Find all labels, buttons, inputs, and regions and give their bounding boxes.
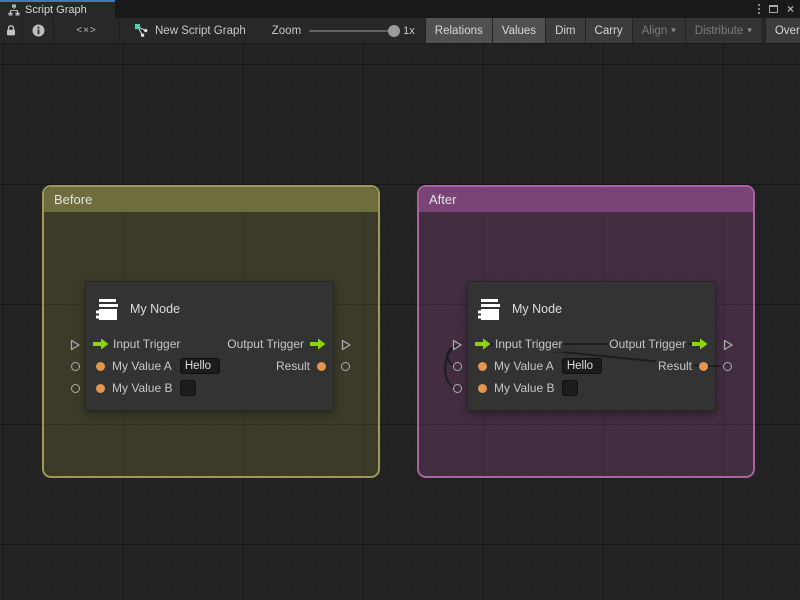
lock-icon <box>5 24 17 37</box>
value-b-label: My Value B <box>110 380 174 396</box>
value-input-connection-point[interactable] <box>453 362 462 371</box>
dim-toggle[interactable]: Dim <box>545 18 584 44</box>
flow-output-connection-point[interactable] <box>340 338 352 356</box>
code-icon: <×> <box>76 25 97 36</box>
overview-button[interactable]: Overview <box>765 18 800 44</box>
script-graph-icon <box>134 23 149 38</box>
window-menu-icon[interactable] <box>758 4 760 14</box>
value-input-connection-point[interactable] <box>71 384 80 393</box>
tab-title: Script Graph <box>25 4 87 16</box>
flow-input-port-icon[interactable] <box>93 338 109 350</box>
node-my-node-after[interactable]: My Node Input Trigger Output Trigger My … <box>467 281 716 411</box>
chevron-down-icon: ▾ <box>671 25 676 36</box>
graph-name-area: New Script Graph <box>120 23 256 38</box>
flow-input-connection-point[interactable] <box>451 338 463 356</box>
group-after-header[interactable]: After <box>419 187 753 212</box>
lock-button[interactable] <box>0 18 22 44</box>
input-trigger-label: Input Trigger <box>493 336 564 352</box>
zoom-control: Zoom 1x <box>272 25 415 37</box>
value-input-port-icon[interactable] <box>96 362 105 371</box>
group-before-header[interactable]: Before <box>44 187 378 212</box>
flow-output-connection-point[interactable] <box>722 338 734 356</box>
value-b-field[interactable] <box>562 380 578 396</box>
graph-hierarchy-icon <box>8 4 20 16</box>
distribute-dropdown[interactable]: Distribute ▾ <box>685 18 761 44</box>
output-trigger-label: Output Trigger <box>607 336 688 352</box>
result-label: Result <box>274 358 312 374</box>
value-output-port-icon[interactable] <box>699 362 708 371</box>
input-trigger-label: Input Trigger <box>111 336 182 352</box>
flow-input-port-icon[interactable] <box>475 338 491 350</box>
inspect-source-button[interactable]: <×> <box>54 18 119 44</box>
values-toggle[interactable]: Values <box>492 18 545 44</box>
graph-canvas[interactable]: Before After My Node Input Trigger Outpu… <box>0 44 800 600</box>
info-icon <box>32 24 45 37</box>
value-input-port-icon[interactable] <box>96 384 105 393</box>
result-label: Result <box>656 358 694 374</box>
value-output-connection-point[interactable] <box>341 362 350 371</box>
value-b-label: My Value B <box>492 380 556 396</box>
flow-output-port-icon[interactable] <box>692 338 708 350</box>
value-input-port-icon[interactable] <box>478 384 487 393</box>
zoom-slider[interactable] <box>309 30 395 32</box>
zoom-slider-thumb[interactable] <box>388 25 400 37</box>
align-dropdown[interactable]: Align ▾ <box>632 18 685 44</box>
maximize-icon[interactable] <box>769 5 778 13</box>
my-node-icon <box>95 296 121 322</box>
value-b-field[interactable] <box>180 380 196 396</box>
value-a-label: My Value A <box>492 358 556 374</box>
tab-script-graph[interactable]: Script Graph <box>0 0 115 18</box>
carry-toggle[interactable]: Carry <box>585 18 632 44</box>
value-output-port-icon[interactable] <box>317 362 326 371</box>
zoom-value: 1x <box>403 25 415 37</box>
zoom-label: Zoom <box>272 25 301 37</box>
value-a-label: My Value A <box>110 358 174 374</box>
node-my-node-before[interactable]: My Node Input Trigger Output Trigger My … <box>85 281 334 411</box>
value-input-connection-point[interactable] <box>71 362 80 371</box>
value-output-connection-point[interactable] <box>723 362 732 371</box>
flow-output-port-icon[interactable] <box>310 338 326 350</box>
value-input-connection-point[interactable] <box>453 384 462 393</box>
graph-toolbar: <×> New Script Graph Zoom 1x Relations V… <box>0 18 800 44</box>
value-a-field[interactable] <box>180 358 220 374</box>
graph-name-label: New Script Graph <box>155 25 246 37</box>
tab-bar: Script Graph × <box>0 0 800 18</box>
flow-input-connection-point[interactable] <box>69 338 81 356</box>
relations-toggle[interactable]: Relations <box>425 18 492 44</box>
output-trigger-label: Output Trigger <box>225 336 306 352</box>
my-node-icon <box>477 296 503 322</box>
chevron-down-icon: ▾ <box>747 25 752 36</box>
node-title: My Node <box>512 302 562 316</box>
info-button[interactable] <box>23 18 53 44</box>
value-a-field[interactable] <box>562 358 602 374</box>
close-icon[interactable]: × <box>787 3 794 15</box>
node-title: My Node <box>130 302 180 316</box>
value-input-port-icon[interactable] <box>478 362 487 371</box>
